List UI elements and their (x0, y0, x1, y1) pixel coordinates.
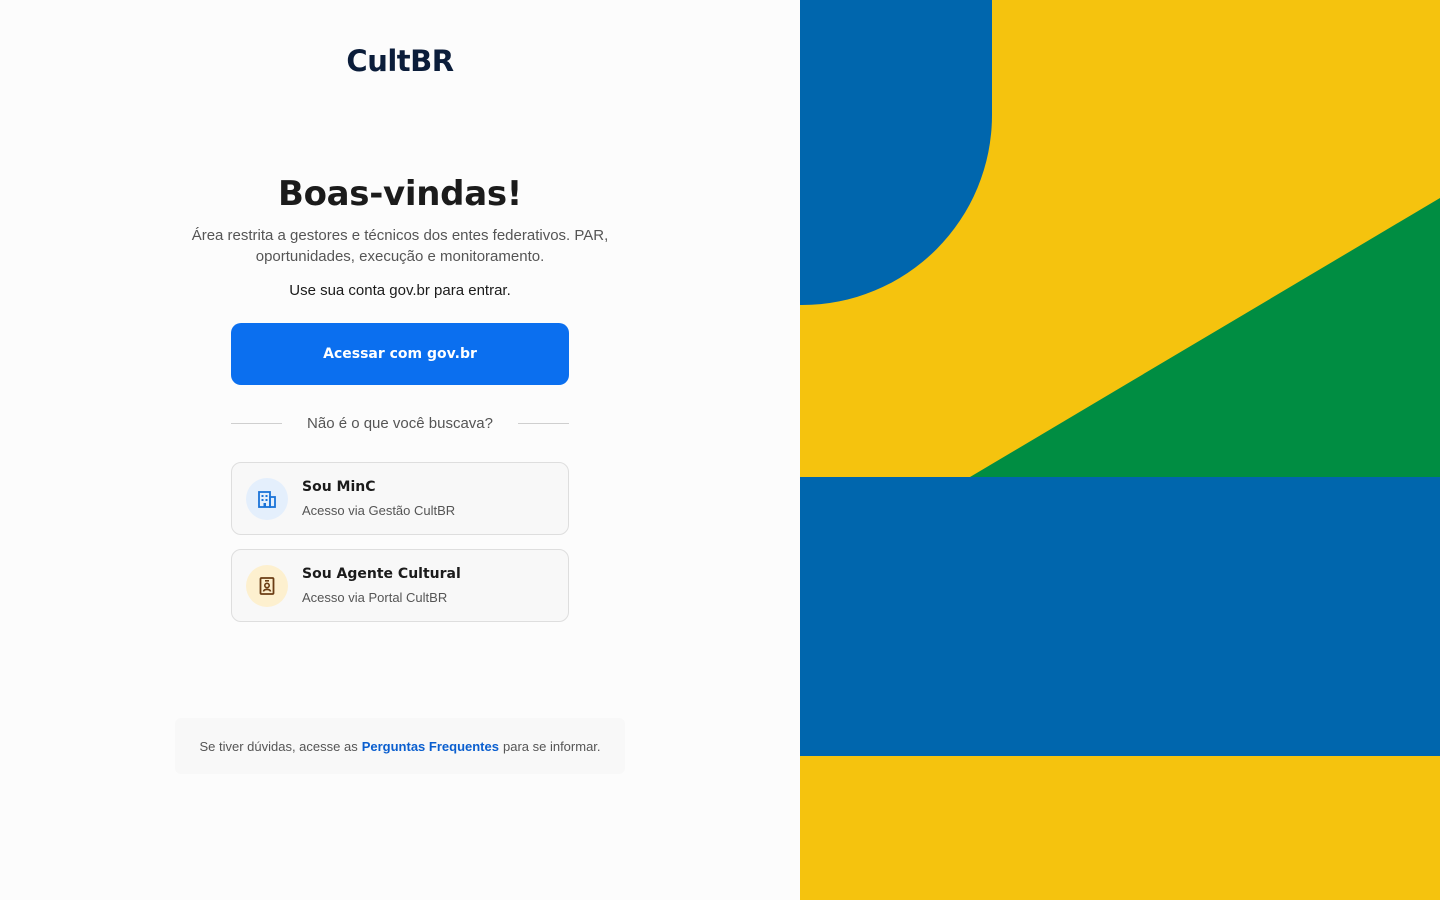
page-subtitle: Área restrita a gestores e técnicos dos … (191, 227, 609, 265)
brand-logo: CultBR (346, 44, 454, 78)
help-box: Se tiver dúvidas, acesse as Perguntas Fr… (175, 718, 625, 774)
faq-link[interactable]: Perguntas Frequentes (362, 739, 499, 754)
divider-line-right (518, 422, 569, 424)
building-icon (246, 478, 288, 520)
divider-text: Não é o que você buscava? (307, 414, 493, 432)
brand-illustration (800, 0, 1440, 900)
option-card-agente-cultural[interactable]: Sou Agente Cultural Acesso via Portal Cu… (231, 549, 569, 622)
help-prefix: Se tiver dúvidas, acesse as (199, 738, 358, 754)
option-subtitle: Acesso via Portal CultBR (302, 590, 448, 605)
login-instruction: Use sua conta gov.br para entrar. (289, 282, 511, 299)
govbr-login-button[interactable]: Acessar com gov.br (231, 323, 569, 385)
id-badge-icon (246, 565, 288, 607)
brand-pattern (800, 0, 1440, 900)
login-panel: CultBR Boas-vindas! Área restrita a gest… (0, 0, 800, 900)
option-subtitle: Acesso via Gestão CultBR (302, 503, 456, 518)
alternative-divider: Não é o que você buscava? (231, 412, 569, 434)
yellow-block-bottom (800, 756, 1440, 900)
blue-band (800, 477, 1440, 756)
divider-line-left (231, 422, 282, 424)
option-card-minc[interactable]: Sou MinC Acesso via Gestão CultBR (231, 462, 569, 535)
option-title: Sou MinC (302, 479, 376, 495)
option-title: Sou Agente Cultural (302, 566, 461, 582)
page-title: Boas-vindas! (277, 174, 522, 214)
help-suffix: para se informar. (502, 738, 601, 754)
